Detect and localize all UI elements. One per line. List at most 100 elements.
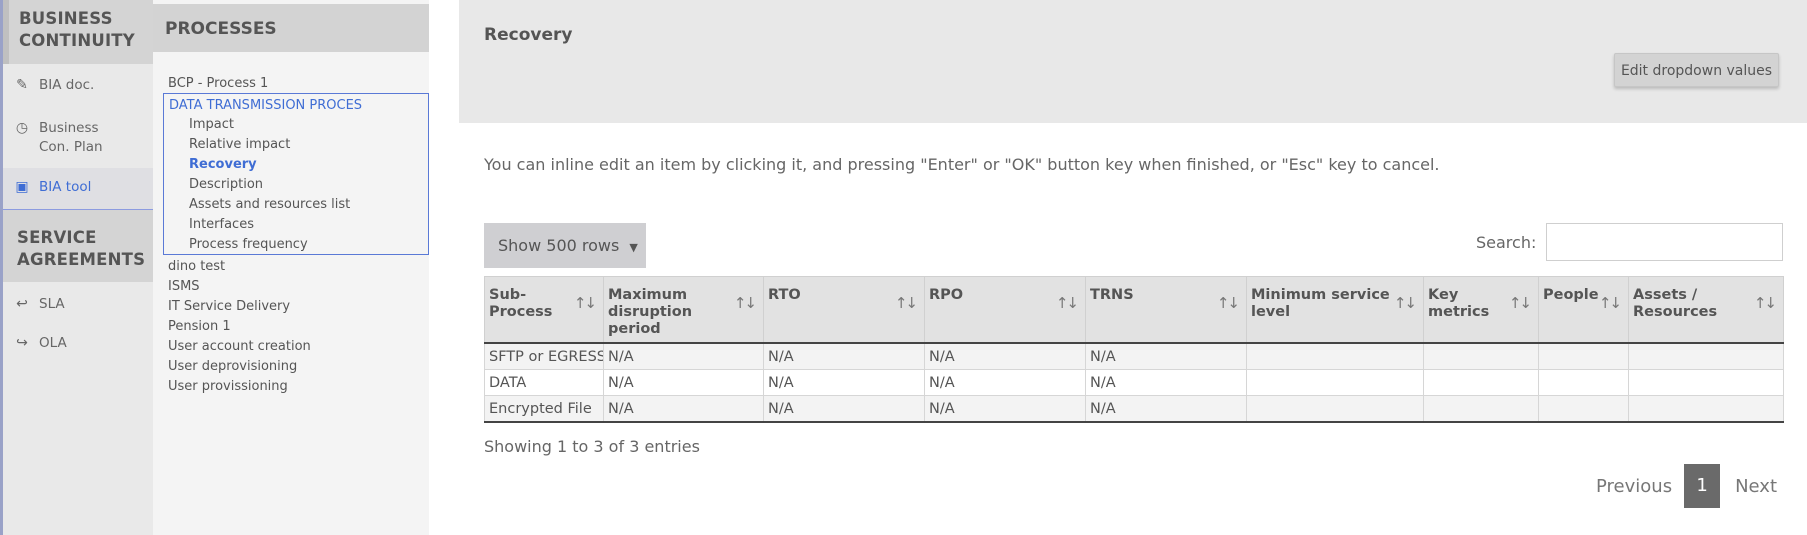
table-cell[interactable] <box>1246 342 1424 370</box>
column-header-key-metrics[interactable]: Key metrics ↑↓ <box>1423 276 1539 344</box>
process-subitem-assets[interactable]: Assets and resources list <box>189 197 350 212</box>
briefcase-icon: ▣ <box>15 179 29 195</box>
table-cell[interactable]: N/A <box>1085 369 1247 396</box>
process-item[interactable]: ISMS <box>168 279 200 294</box>
table-cell[interactable] <box>1628 342 1784 370</box>
column-header-rpo[interactable]: RPO ↑↓ <box>924 276 1086 344</box>
process-subitem-relative-impact[interactable]: Relative impact <box>189 137 290 152</box>
previous-page-button[interactable]: Previous <box>1596 476 1672 497</box>
page-1-button[interactable]: 1 <box>1684 464 1721 508</box>
entries-info: Showing 1 to 3 of 3 entries <box>484 437 700 456</box>
sidebar-item-label: OLA <box>39 335 67 351</box>
sidebar-item-label: BIA doc. <box>39 77 95 93</box>
search-input[interactable] <box>1546 223 1783 261</box>
table-cell[interactable] <box>1538 342 1629 370</box>
process-item[interactable]: Pension 1 <box>168 319 231 334</box>
table-cell[interactable] <box>1423 395 1539 423</box>
column-header-trns[interactable]: TRNS ↑↓ <box>1085 276 1247 344</box>
process-item[interactable]: dino test <box>168 259 225 274</box>
process-item[interactable]: IT Service Delivery <box>168 299 290 314</box>
column-header-sub-process[interactable]: Sub-Process ↑↓ <box>484 276 604 344</box>
left-sidebar: BUSINESS CONTINUITY ✎ BIA doc. ◷ Busines… <box>0 0 153 535</box>
column-label: Sub-Process <box>489 287 553 320</box>
show-rows-label: Show 500 rows <box>498 236 620 255</box>
sort-icon: ↑↓ <box>1598 294 1622 312</box>
sidebar-item-ola[interactable]: ↪ OLA <box>3 322 153 362</box>
clock-icon: ◷ <box>15 120 29 136</box>
column-header-min-service-level[interactable]: Minimum service level ↑↓ <box>1246 276 1424 344</box>
column-header-max-disruption[interactable]: Maximum disruption period ↑↓ <box>603 276 764 344</box>
table-row: DATA N/A N/A N/A N/A <box>484 369 1784 396</box>
column-label: Key metrics <box>1428 287 1490 320</box>
sort-icon: ↑↓ <box>1393 294 1417 312</box>
processes-title: PROCESSES <box>153 4 429 52</box>
section-title-business-continuity: BUSINESS CONTINUITY <box>3 0 153 64</box>
page-title: Recovery <box>484 25 573 45</box>
sidebar-item-label: Business Con. Plan <box>39 120 103 155</box>
process-item[interactable]: User deprovisioning <box>168 359 297 374</box>
process-item[interactable]: BCP - Process 1 <box>168 76 268 91</box>
table-cell[interactable]: N/A <box>924 395 1086 423</box>
pagination: Previous 1 Next <box>1596 464 1777 508</box>
column-label: Maximum disruption period <box>608 287 693 337</box>
table-cell[interactable]: N/A <box>603 342 764 370</box>
main-header: Recovery Edit dropdown values <box>459 0 1807 123</box>
process-subitem-impact[interactable]: Impact <box>189 117 234 132</box>
table-cell[interactable] <box>1628 369 1784 396</box>
table-cell[interactable] <box>1423 369 1539 396</box>
process-item[interactable]: User account creation <box>168 339 311 354</box>
document-edit-icon: ✎ <box>16 77 28 93</box>
caret-down-icon: ▼ <box>629 241 638 254</box>
sidebar-item-label: SLA <box>39 296 65 312</box>
table-cell[interactable]: DATA <box>484 369 604 396</box>
table-cell[interactable]: N/A <box>1085 342 1247 370</box>
table-cell[interactable] <box>1538 369 1629 396</box>
processes-panel: PROCESSES BCP - Process 1 DATA TRANSMISS… <box>153 0 429 535</box>
table-cell[interactable]: N/A <box>924 369 1086 396</box>
sort-icon: ↑↓ <box>733 294 757 312</box>
sort-icon: ↑↓ <box>573 294 597 312</box>
sort-icon: ↑↓ <box>1055 294 1079 312</box>
table-cell[interactable]: N/A <box>603 395 764 423</box>
column-header-assets-resources[interactable]: Assets / Resources ↑↓ <box>1628 276 1784 344</box>
process-subitem-interfaces[interactable]: Interfaces <box>189 217 254 232</box>
table-cell[interactable]: N/A <box>763 395 925 423</box>
table-header-row: Sub-Process ↑↓ Maximum disruption period ↑… <box>484 276 1784 344</box>
table-cell[interactable]: N/A <box>603 369 764 396</box>
table-cell[interactable] <box>1423 342 1539 370</box>
sidebar-item-business-con-plan[interactable]: ◷ Business Con. Plan <box>3 100 153 168</box>
inline-edit-hint: You can inline edit an item by clicking … <box>484 155 1440 174</box>
sort-icon: ↑↓ <box>1753 294 1777 312</box>
table-cell[interactable] <box>1246 369 1424 396</box>
sidebar-item-bia-doc[interactable]: ✎ BIA doc. <box>3 64 153 100</box>
column-header-rto[interactable]: RTO ↑↓ <box>763 276 925 344</box>
sidebar-item-sla[interactable]: ↩ SLA <box>3 282 153 322</box>
table-cell[interactable]: N/A <box>763 369 925 396</box>
table-cell[interactable]: N/A <box>1085 395 1247 423</box>
table-cell[interactable]: N/A <box>763 342 925 370</box>
process-subitem-frequency[interactable]: Process frequency <box>189 237 308 252</box>
sort-icon: ↑↓ <box>1508 294 1532 312</box>
table-cell[interactable]: N/A <box>924 342 1086 370</box>
share-icon: ↪ <box>16 335 28 351</box>
sort-icon: ↑↓ <box>894 294 918 312</box>
recovery-table: Sub-Process ↑↓ Maximum disruption period ↑… <box>484 276 1784 423</box>
table-cell[interactable]: Encrypted File <box>484 395 604 423</box>
edit-dropdown-values-button[interactable]: Edit dropdown values <box>1614 53 1779 87</box>
show-rows-dropdown[interactable]: Show 500 rows ▼ <box>484 223 646 268</box>
sidebar-item-label: BIA tool <box>39 179 92 195</box>
table-cell[interactable] <box>1246 395 1424 423</box>
table-cell[interactable] <box>1538 395 1629 423</box>
sidebar-item-bia-tool[interactable]: ▣ BIA tool <box>3 168 153 210</box>
search-label: Search: <box>1476 233 1537 252</box>
column-header-people[interactable]: People ↑↓ <box>1538 276 1629 344</box>
process-subitem-description[interactable]: Description <box>189 177 263 192</box>
table-cell[interactable]: SFTP or EGRESS <box>484 342 604 370</box>
column-label: Minimum service level <box>1251 287 1390 320</box>
process-item[interactable]: User provissioning <box>168 379 288 394</box>
next-page-button[interactable]: Next <box>1735 476 1777 497</box>
sort-icon: ↑↓ <box>1216 294 1240 312</box>
process-subitem-recovery[interactable]: Recovery <box>189 157 257 172</box>
table-cell[interactable] <box>1628 395 1784 423</box>
process-group-title[interactable]: DATA TRANSMISSION PROCES <box>169 98 362 113</box>
